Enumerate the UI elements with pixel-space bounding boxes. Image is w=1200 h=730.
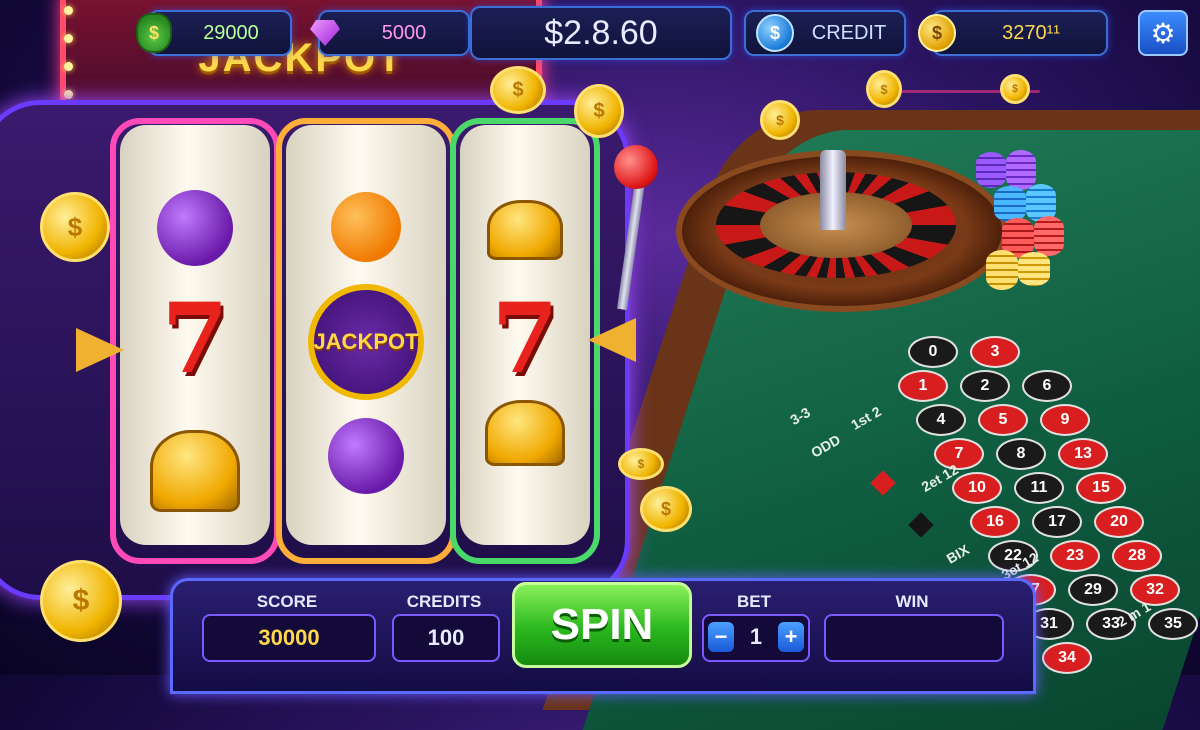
reel-1-plum xyxy=(120,190,270,266)
coin-icon: $ xyxy=(640,486,692,532)
coin-counter: $ 3270¹¹ xyxy=(918,10,1108,56)
roulette-number-13[interactable]: 13 xyxy=(1058,438,1108,470)
marquee-bulb xyxy=(64,6,73,15)
balance-display: $2.8.60 xyxy=(470,6,732,60)
win-label: WIN xyxy=(895,592,929,611)
jackpot-badge-icon: JACKPOT xyxy=(308,284,424,400)
coin-icon: $ xyxy=(40,192,110,262)
bet-label: BET xyxy=(737,592,771,611)
coin-icon: $ xyxy=(40,560,122,642)
coin-icon: $ xyxy=(574,84,624,138)
chip-stack-gold[interactable] xyxy=(1018,252,1050,286)
coin-icon: $ xyxy=(866,70,902,108)
chip-stack-blue[interactable] xyxy=(994,186,1026,222)
coin-icon: $ xyxy=(1000,74,1030,104)
roulette-number-29[interactable]: 29 xyxy=(1068,574,1118,606)
spin-button[interactable]: SPIN xyxy=(512,582,692,668)
money-bag-icon: $ xyxy=(136,13,172,53)
chip-stack-gold[interactable] xyxy=(986,250,1018,290)
reel-3-bell xyxy=(460,400,590,466)
dollar-coin-icon: $ xyxy=(756,14,794,52)
chip-stack-purple[interactable] xyxy=(976,152,1006,188)
roulette-number-9[interactable]: 9 xyxy=(1040,404,1090,436)
roulette-number-15[interactable]: 15 xyxy=(1076,472,1126,504)
roulette-number-6[interactable]: 6 xyxy=(1022,370,1072,402)
roulette-number-2[interactable]: 2 xyxy=(960,370,1010,402)
gem-value: 5000 xyxy=(381,21,427,44)
slot-lever-knob[interactable] xyxy=(614,145,658,189)
reel-1-bell xyxy=(120,430,270,512)
bell-icon xyxy=(150,430,240,512)
roulette-number-8[interactable]: 8 xyxy=(996,438,1046,470)
payline-arrow-right-icon xyxy=(588,318,636,362)
cash-value: 29000 xyxy=(203,21,259,44)
chip-stack-purple[interactable] xyxy=(1006,150,1036,190)
bell-icon xyxy=(485,400,565,466)
gem-counter: 5000 xyxy=(310,10,470,56)
credit-label: CREDIT xyxy=(811,21,887,44)
credit-label-box: $ CREDIT xyxy=(744,10,906,56)
bell-icon xyxy=(487,200,563,260)
payline-arrow-left-icon xyxy=(76,328,124,372)
bet-decrease-button[interactable]: − xyxy=(708,622,734,652)
marquee-bulb xyxy=(64,90,73,99)
reel-3-bell xyxy=(460,200,590,260)
settings-gear-icon[interactable]: ⚙ xyxy=(1138,10,1188,56)
credits-label: CREDITS xyxy=(406,592,482,611)
roulette-number-20[interactable]: 20 xyxy=(1094,506,1144,538)
roulette-spindle xyxy=(820,150,846,230)
plum-icon xyxy=(328,418,404,494)
win-value xyxy=(824,614,1004,662)
cash-counter: $ 29000 xyxy=(136,10,292,56)
roulette-number-10[interactable]: 10 xyxy=(952,472,1002,504)
roulette-number-34[interactable]: 34 xyxy=(1042,642,1092,674)
coin-icon: $ xyxy=(490,66,546,114)
plum-icon xyxy=(157,190,233,266)
roulette-number-35[interactable]: 35 xyxy=(1148,608,1198,640)
reel-3-seven: 7 xyxy=(491,282,559,395)
coin-icon: $ xyxy=(760,100,800,140)
roulette-number-23[interactable]: 23 xyxy=(1050,540,1100,572)
reel-2-plum xyxy=(286,418,446,494)
credits-value: 100 xyxy=(392,614,500,662)
roulette-number-28[interactable]: 28 xyxy=(1112,540,1162,572)
reel-2-jackpot: JACKPOT xyxy=(286,284,446,400)
bet-value: 1 xyxy=(749,624,763,649)
roulette-number-17[interactable]: 17 xyxy=(1032,506,1082,538)
roulette-number-16[interactable]: 16 xyxy=(970,506,1020,538)
marquee-bulb xyxy=(64,62,73,71)
score-value: 30000 xyxy=(202,614,376,662)
roulette-number-1[interactable]: 1 xyxy=(898,370,948,402)
gold-coin-icon: $ xyxy=(918,14,956,52)
roulette-number-11[interactable]: 11 xyxy=(1014,472,1064,504)
roulette-number-7[interactable]: 7 xyxy=(934,438,984,470)
reel-1-seven: 7 xyxy=(161,282,229,395)
roulette-number-4[interactable]: 4 xyxy=(916,404,966,436)
roulette-number-0[interactable]: 0 xyxy=(908,336,958,368)
chip-stack-red[interactable] xyxy=(1034,216,1064,256)
orange-icon xyxy=(331,192,401,262)
score-label: SCORE xyxy=(256,592,318,611)
coin-icon: $ xyxy=(618,448,664,480)
bet-increase-button[interactable]: + xyxy=(778,622,804,652)
balance-value: $2.8.60 xyxy=(544,13,658,52)
marquee-bulb xyxy=(64,34,73,43)
coin-value: 3270¹¹ xyxy=(1002,21,1060,44)
roulette-number-3[interactable]: 3 xyxy=(970,336,1020,368)
reel-2-orange xyxy=(286,192,446,262)
roulette-number-5[interactable]: 5 xyxy=(978,404,1028,436)
